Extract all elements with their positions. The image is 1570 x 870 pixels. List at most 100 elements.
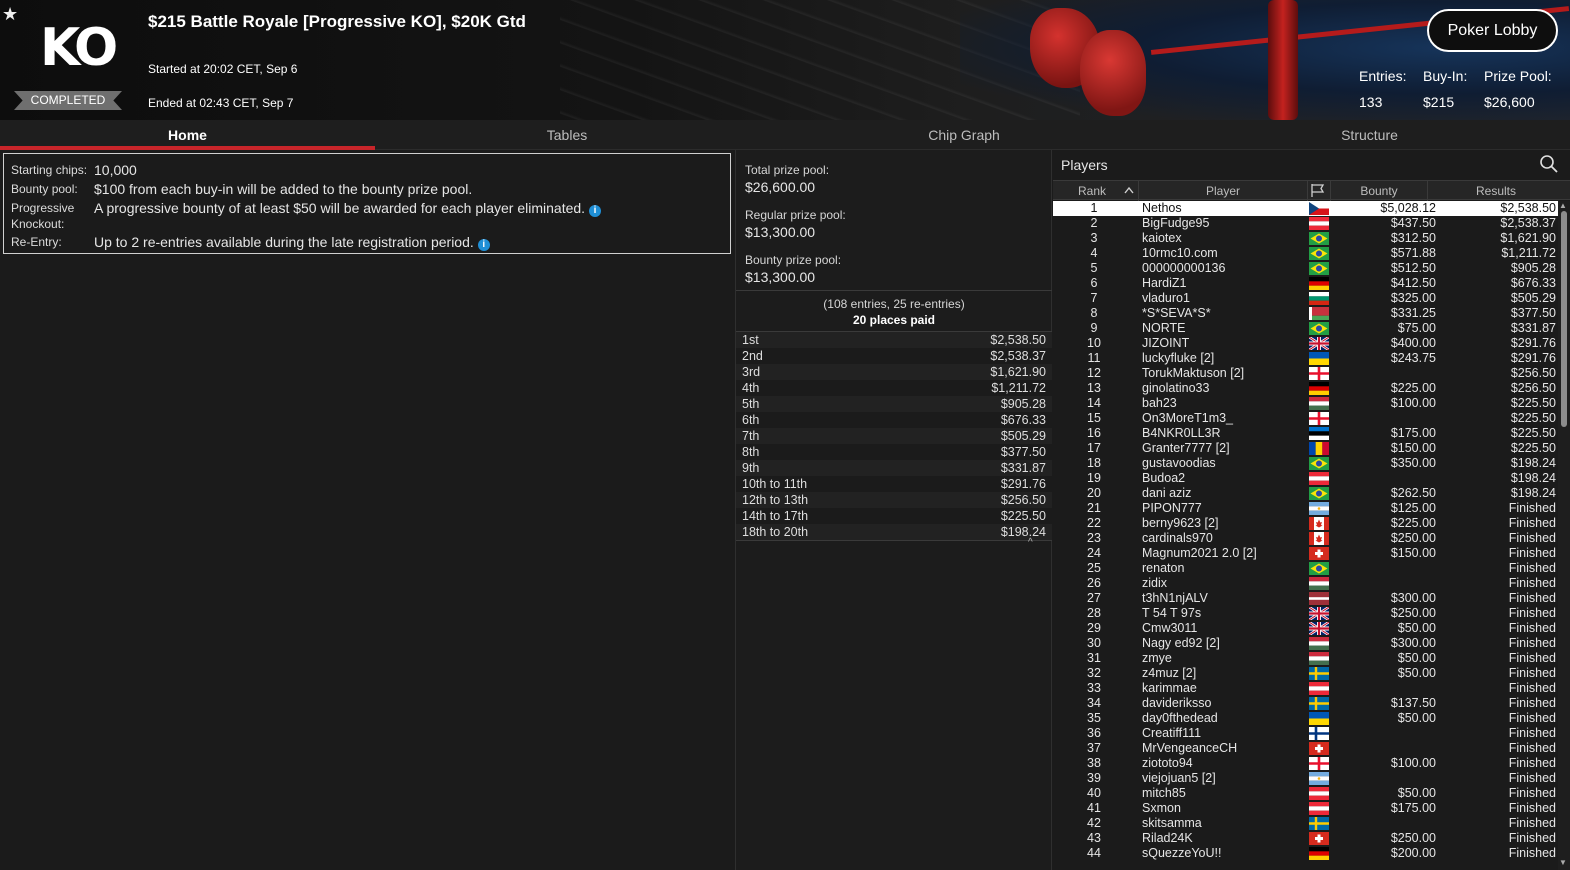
player-bounty: $125.00 (1390, 501, 1436, 515)
player-rank: 3 (1090, 231, 1098, 245)
table-row[interactable]: 13 ginolatino33 $225.00 $256.50 (1053, 381, 1558, 396)
end-time: Ended at 02:43 CET, Sep 7 (148, 96, 294, 110)
table-row[interactable]: 27 t3hN1njALV $300.00 Finished (1053, 591, 1558, 606)
bounty-prize-value: $13,300.00 (745, 269, 816, 285)
player-name: berny9623 [2] (1142, 516, 1219, 530)
payout-collapse-toggle[interactable]: ^ (736, 537, 1052, 550)
tab-tables[interactable]: Tables (375, 120, 759, 150)
table-row[interactable]: 31 zmye $50.00 Finished (1053, 651, 1558, 666)
player-rank: 28 (1087, 606, 1101, 620)
payout-place: 10th to 11th (742, 477, 808, 491)
table-row[interactable]: 35 day0fthedead $50.00 Finished (1053, 711, 1558, 726)
table-row[interactable]: 4 10rmc10.com $571.88 $1,211.72 (1053, 246, 1558, 261)
table-row[interactable]: 3 kaiotex $312.50 $1,621.90 (1053, 231, 1558, 246)
info-icon[interactable]: i (589, 205, 602, 217)
player-bounty: $250.00 (1390, 531, 1436, 545)
column-results[interactable]: Results (1428, 184, 1564, 198)
table-row[interactable]: 39 viejojuan5 [2] Finished (1053, 771, 1558, 786)
table-row[interactable]: 44 sQuezzeYoU!! $200.00 Finished (1053, 846, 1558, 861)
country-flag-icon (1309, 787, 1329, 800)
player-result: Finished (1508, 606, 1556, 620)
table-row[interactable]: 15 On3MoreT1m3_ $225.50 (1053, 411, 1558, 426)
sort-ascending-icon[interactable] (1124, 186, 1134, 194)
table-row[interactable]: 10 JIZOINT $400.00 $291.76 (1053, 335, 1558, 352)
country-flag-icon (1309, 832, 1329, 845)
column-player[interactable]: Player (1139, 184, 1307, 198)
payout-place: 14th to 17th (742, 509, 809, 523)
table-row[interactable]: 25 renaton Finished (1053, 561, 1558, 576)
column-rank[interactable]: Rank (1053, 184, 1131, 198)
player-rank: 31 (1087, 651, 1101, 665)
table-row[interactable]: 7 vladuro1 $325.00 $505.29 (1053, 291, 1558, 306)
table-row[interactable]: 24 Magnum2021 2.0 [2] $150.00 Finished (1053, 546, 1558, 561)
country-flag-icon (1309, 637, 1329, 650)
table-row[interactable]: 14 bah23 $100.00 $225.50 (1053, 396, 1558, 411)
table-row[interactable]: 26 zidix Finished (1053, 576, 1558, 591)
player-result: Finished (1508, 546, 1556, 560)
table-row[interactable]: 30 Nagy ed92 [2] $300.00 Finished (1053, 636, 1558, 651)
players-list[interactable]: 1 Nethos $5,028.12 $2,538.50 2 BigFudge95 $437… (1053, 201, 1558, 870)
tab-chip-graph[interactable]: Chip Graph (759, 120, 1169, 150)
scrollbar-thumb[interactable] (1561, 211, 1567, 427)
regular-prize-label: Regular prize pool: (745, 208, 846, 222)
table-row[interactable]: 28 T 54 T 97s $250.00 Finished (1053, 605, 1558, 622)
table-row[interactable]: 16 B4NKR0LL3R $175.00 $225.50 (1053, 426, 1558, 441)
scroll-down-icon[interactable]: ▼ (1559, 858, 1567, 867)
player-bounty: $571.88 (1390, 246, 1436, 260)
table-row[interactable]: 6 HardiZ1 $412.50 $676.33 (1053, 276, 1558, 291)
table-row[interactable]: 32 z4muz [2] $50.00 Finished (1053, 666, 1558, 681)
table-row[interactable]: 11 luckyfluke [2] $243.75 $291.76 (1053, 351, 1558, 366)
player-rank: 33 (1087, 681, 1101, 695)
table-row[interactable]: 43 Rilad24K $250.00 Finished (1053, 831, 1558, 846)
payout-table: 1st $2,538.50 2nd $2,538.37 3rd $1,621.90 4th $… (736, 332, 1052, 540)
table-row[interactable]: 23 cardinals970 $250.00 Finished (1053, 531, 1558, 546)
chevron-up-icon[interactable]: ^ (1028, 537, 1033, 548)
table-row[interactable]: 12 TorukMaktuson [2] $256.50 (1053, 366, 1558, 381)
table-row[interactable]: 38 ziototo94 $100.00 Finished (1053, 756, 1558, 771)
table-row[interactable]: 2 BigFudge95 $437.50 $2,538.37 (1053, 216, 1558, 231)
payout-place: 1st (742, 333, 759, 347)
table-row[interactable]: 22 berny9623 [2] $225.00 Finished (1053, 516, 1558, 531)
flag-column-icon[interactable] (1310, 183, 1325, 198)
favorite-star-icon[interactable]: ★ (2, 4, 18, 25)
table-row[interactable]: 17 Granter7777 [2] $150.00 $225.50 (1053, 441, 1558, 456)
table-row[interactable]: 19 Budoa2 $198.24 (1053, 471, 1558, 486)
table-row[interactable]: 8 *S*SEVA*S* $331.25 $377.50 (1053, 306, 1558, 321)
player-result: $198.24 (1510, 471, 1556, 485)
scroll-up-icon[interactable]: ▲ (1559, 201, 1567, 210)
tab-structure[interactable]: Structure (1169, 120, 1570, 150)
player-name: On3MoreT1m3_ (1142, 411, 1234, 425)
player-bounty: $262.50 (1390, 486, 1436, 500)
tab-home[interactable]: Home (0, 120, 375, 150)
player-name: B4NKR0LL3R (1142, 426, 1221, 440)
country-flag-icon (1308, 335, 1330, 352)
table-row[interactable]: 18 gustavoodias $350.00 $198.24 (1053, 456, 1558, 471)
table-row[interactable]: 34 davideriksso $137.50 Finished (1053, 696, 1558, 711)
country-flag-icon (1309, 202, 1329, 215)
table-row[interactable]: 36 Creatiff111 Finished (1053, 726, 1558, 741)
table-row[interactable]: 29 Cmw3011 $50.00 Finished (1053, 620, 1558, 637)
payout-row: 6th $676.33 (736, 412, 1052, 428)
player-name: Nethos (1142, 201, 1182, 215)
table-row[interactable]: 9 NORTE $75.00 $331.87 (1053, 321, 1558, 336)
table-row[interactable]: 42 skitsamma Finished (1053, 816, 1558, 831)
table-row[interactable]: 40 mitch85 $50.00 Finished (1053, 786, 1558, 801)
payout-amount: $505.29 (1000, 429, 1046, 443)
column-bounty[interactable]: Bounty (1331, 184, 1427, 198)
table-row[interactable]: 20 dani aziz $262.50 $198.24 (1053, 486, 1558, 501)
player-bounty: $50.00 (1397, 786, 1436, 800)
table-row[interactable]: 37 MrVengeanceCH Finished (1053, 741, 1558, 756)
table-row[interactable]: 1 Nethos $5,028.12 $2,538.50 (1053, 201, 1558, 216)
table-row[interactable]: 21 PIPON777 $125.00 Finished (1053, 501, 1558, 516)
country-flag-icon (1309, 307, 1329, 320)
poker-lobby-button[interactable]: Poker Lobby (1427, 9, 1558, 52)
info-icon[interactable]: i (477, 239, 490, 251)
table-row[interactable]: 5 000000000136 $512.50 $905.28 (1053, 261, 1558, 276)
table-row[interactable]: 33 karimmae Finished (1053, 681, 1558, 696)
player-rank: 21 (1087, 501, 1101, 515)
search-icon[interactable] (1539, 154, 1559, 174)
players-scrollbar[interactable]: ▲ ▼ (1558, 201, 1570, 870)
player-result: Finished (1508, 636, 1556, 650)
player-name: sQuezzeYoU!! (1142, 846, 1222, 860)
table-row[interactable]: 41 Sxmon $175.00 Finished (1053, 801, 1558, 816)
